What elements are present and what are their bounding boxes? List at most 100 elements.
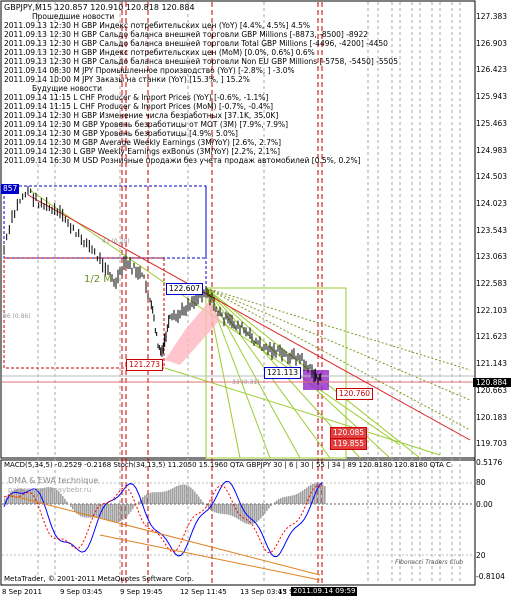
- label-center-note: 33 (0.31): [232, 379, 260, 386]
- indicator-tick: 0.5176: [476, 458, 503, 467]
- price-tick: 126.423: [476, 65, 508, 75]
- macd-bar: [288, 496, 290, 504]
- macd-bar: [62, 496, 64, 504]
- macd-bar: [260, 504, 262, 519]
- price-tick: 125.463: [476, 118, 508, 128]
- macd-bar: [264, 504, 266, 514]
- label-fib-86: 86 (0.86): [3, 313, 31, 320]
- macd-bar: [184, 484, 186, 504]
- macd-bar: [228, 504, 230, 515]
- time-tick: 9 Sep 03:45: [60, 588, 103, 596]
- price-tick: 122.103: [476, 305, 508, 315]
- watermark-1: DMA & EWA technique: [8, 476, 99, 485]
- price-tick: 123.543: [476, 225, 508, 235]
- macd-bar: [322, 484, 324, 504]
- macd-bar: [324, 486, 326, 504]
- past-item: 2011.09.13 12:30 Н GBP Индекс потребител…: [4, 48, 315, 57]
- label-fib-half: 1/2 M: [84, 274, 112, 285]
- price-tick: 122.583: [476, 279, 508, 288]
- macd-bar: [280, 498, 282, 504]
- time-tick: 9 Sep 19:45: [120, 588, 163, 596]
- past-item: 2011.09.14 10:00 М JPY Заказы на станки …: [4, 75, 250, 84]
- price-tick: 121.143: [476, 359, 508, 369]
- macd-bar: [154, 492, 156, 504]
- news-future-heading: Будущие новости: [32, 84, 103, 93]
- chart-window[interactable]: GBPJPY,M15 120.857 120.910 120.818 120.8…: [0, 0, 511, 600]
- macd-bar: [232, 504, 234, 517]
- macd-bar: [146, 494, 148, 504]
- highlight-purple: [303, 370, 329, 390]
- macd-bar: [222, 504, 224, 514]
- macd-bar: [80, 504, 82, 517]
- macd-bar: [304, 489, 306, 504]
- future-item: 2011.09.14 11:15 L CHF Producer & Import…: [4, 93, 269, 102]
- macd-bar: [74, 504, 76, 512]
- news-past-heading: Прошедшие новости: [32, 12, 115, 21]
- macd-bar: [268, 504, 270, 509]
- macd-bar: [168, 490, 170, 504]
- macd-bar: [226, 504, 228, 515]
- past-item: 2011.09.13 12:30 Н GBP Сальдо баланса вн…: [4, 57, 398, 66]
- macd-bar: [290, 495, 292, 504]
- macd-bar: [190, 487, 192, 504]
- macd-bar: [114, 504, 116, 523]
- macd-bar: [198, 496, 200, 504]
- past-item: 2011.09.13 12:30 Н GBP Сальдо баланса вн…: [4, 30, 369, 39]
- macd-bar: [164, 491, 166, 504]
- macd-bar: [122, 504, 124, 521]
- macd-bar: [106, 504, 108, 520]
- macd-bar: [248, 504, 250, 525]
- current-time-label: 2011.09.14 09:59: [291, 587, 358, 596]
- price-tick: 127.383: [476, 12, 508, 21]
- price-tick: 120.663: [476, 385, 508, 395]
- macd-bar: [310, 484, 312, 504]
- price-tick: 120.183: [476, 412, 508, 422]
- macd-bar: [166, 490, 168, 504]
- macd-bar: [162, 491, 164, 504]
- label-121273: 121.273: [126, 359, 164, 371]
- macd-bar: [150, 492, 152, 504]
- macd-bar: [148, 493, 150, 504]
- macd-bar: [214, 504, 216, 513]
- macd-bar: [192, 489, 194, 504]
- macd-bar: [112, 504, 114, 522]
- macd-bar: [130, 504, 132, 512]
- macd-bar: [200, 499, 202, 504]
- macd-bar: [262, 504, 264, 517]
- watermark-2: palace-post.maybebr.ru: [8, 486, 92, 494]
- macd-bar: [128, 504, 130, 515]
- macd-bar: [120, 504, 122, 522]
- label-122607: 122.607: [166, 283, 204, 295]
- macd-bar: [116, 504, 118, 523]
- macd-bar: [292, 495, 294, 504]
- macd-bar: [224, 504, 226, 515]
- label-fib-43: 43 (0.29): [102, 238, 130, 245]
- macd-bar: [124, 504, 126, 519]
- label-top-left: 857: [1, 184, 20, 194]
- macd-bar: [230, 504, 232, 516]
- macd-bar: [298, 493, 300, 504]
- news-future-list: 2011.09.14 11:15 L CHF Producer & Import…: [4, 93, 398, 165]
- macd-bar: [236, 504, 238, 519]
- price-tick: 123.063: [476, 252, 508, 262]
- label-target-3: 119.855: [330, 438, 368, 450]
- indicator-tick: -0.8104: [476, 572, 505, 581]
- indicator-tick: 80: [476, 478, 486, 487]
- macd-bar: [72, 504, 74, 510]
- news-past-list: 2011.09.13 12:30 Н GBP Индекс потребител…: [4, 21, 398, 84]
- range-box-blue: [3, 185, 207, 259]
- macd-bar: [82, 504, 84, 517]
- macd-bar: [296, 494, 298, 504]
- macd-bar: [186, 485, 188, 504]
- macd-bar: [178, 485, 180, 504]
- macd-bar: [144, 495, 146, 504]
- indicator-tick: 20: [476, 551, 486, 560]
- macd-bar: [282, 497, 284, 504]
- macd-bar: [182, 484, 184, 504]
- macd-bar: [284, 496, 286, 504]
- macd-bar: [102, 504, 104, 519]
- macd-bar: [300, 491, 302, 504]
- macd-bar: [118, 504, 120, 522]
- macd-bar: [218, 504, 220, 514]
- macd-bar: [250, 504, 252, 525]
